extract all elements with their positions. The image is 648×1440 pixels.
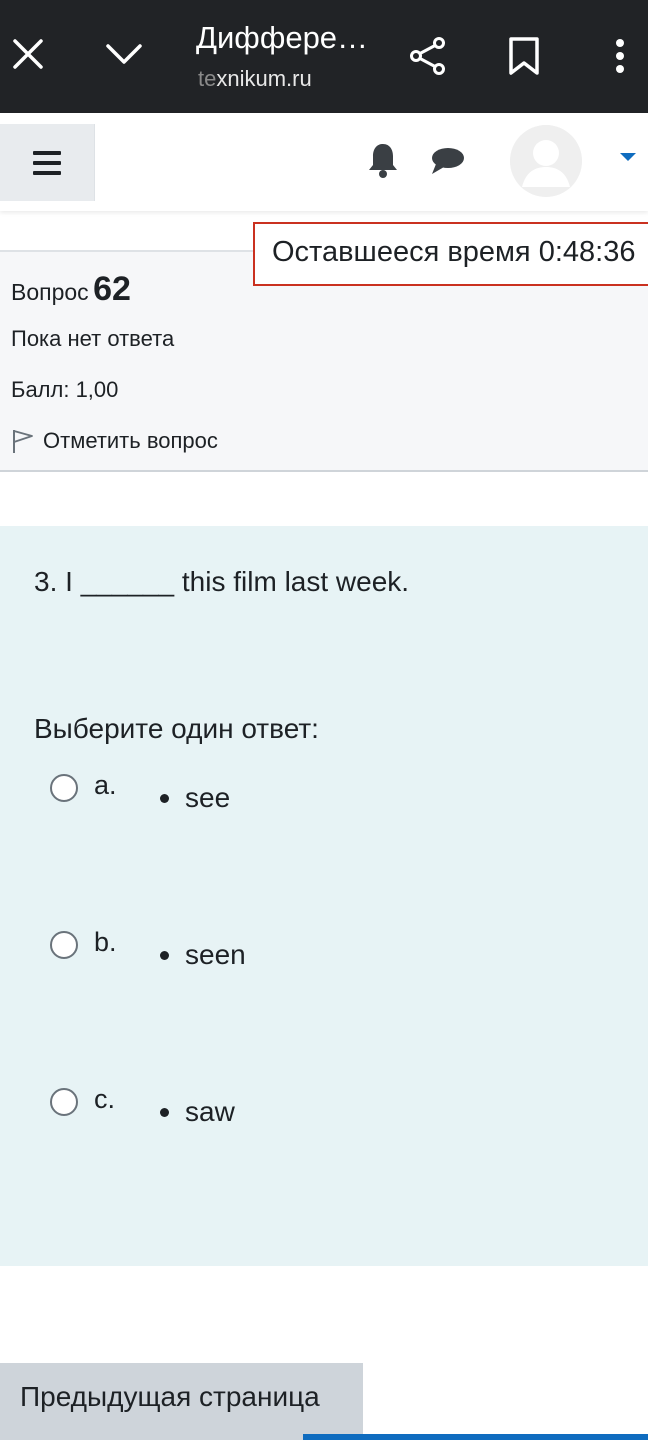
answer-text: seen — [185, 939, 246, 970]
browser-top-bar: Диффере… texnikum.ru — [0, 0, 648, 113]
bullet-icon — [160, 794, 169, 803]
flag-icon — [13, 430, 33, 453]
site-navbar — [0, 113, 648, 211]
hamburger-icon — [33, 150, 61, 175]
page: Диффере… texnikum.ru Вопрос 62 Пока нет … — [0, 0, 648, 1440]
answer-option-b[interactable]: b. seen — [50, 927, 610, 987]
bullet-icon — [160, 951, 169, 960]
close-icon[interactable] — [6, 32, 50, 76]
answer-option-c[interactable]: c. saw — [50, 1084, 610, 1144]
answer-prompt: Выберите один ответ: — [34, 713, 319, 744]
bullet-icon — [160, 1108, 169, 1117]
more-options-icon[interactable] — [602, 32, 638, 80]
chevron-down-icon[interactable] — [100, 32, 148, 76]
chat-bubble-icon[interactable] — [428, 145, 466, 177]
answer-letter: a. — [94, 770, 117, 800]
question-content: 3. I ______ this film last week. Выберит… — [0, 526, 648, 1266]
answer-text: see — [185, 782, 231, 813]
bookmark-icon[interactable] — [502, 32, 546, 80]
avatar[interactable] — [510, 125, 582, 197]
question-number: Вопрос 62 — [11, 270, 131, 308]
answer-letter: b. — [94, 927, 117, 957]
flag-question-link[interactable]: Отметить вопрос — [11, 428, 218, 454]
answer-text: saw — [185, 1096, 235, 1127]
radio-button[interactable] — [50, 774, 78, 802]
question-text: 3. I ______ this film last week. — [34, 566, 410, 597]
share-icon[interactable] — [404, 32, 452, 80]
answer-option-a[interactable]: a. see — [50, 770, 610, 830]
question-state: Пока нет ответа — [11, 326, 175, 351]
question-grade: Балл: 1,00 — [11, 377, 119, 402]
drawer-toggle-button[interactable] — [0, 124, 95, 201]
radio-button[interactable] — [50, 1088, 78, 1116]
page-title: Диффере… — [196, 20, 366, 55]
answer-letter: c. — [94, 1084, 116, 1114]
bell-icon[interactable] — [366, 141, 400, 179]
quiz-timer: Оставшееся время 0:48:36 — [253, 222, 648, 286]
radio-button[interactable] — [50, 931, 78, 959]
previous-page-button[interactable]: Предыдущая страница — [0, 1363, 363, 1440]
page-domain: texnikum.ru — [198, 66, 312, 91]
caret-down-icon[interactable] — [620, 153, 636, 161]
next-page-button[interactable] — [303, 1434, 648, 1440]
